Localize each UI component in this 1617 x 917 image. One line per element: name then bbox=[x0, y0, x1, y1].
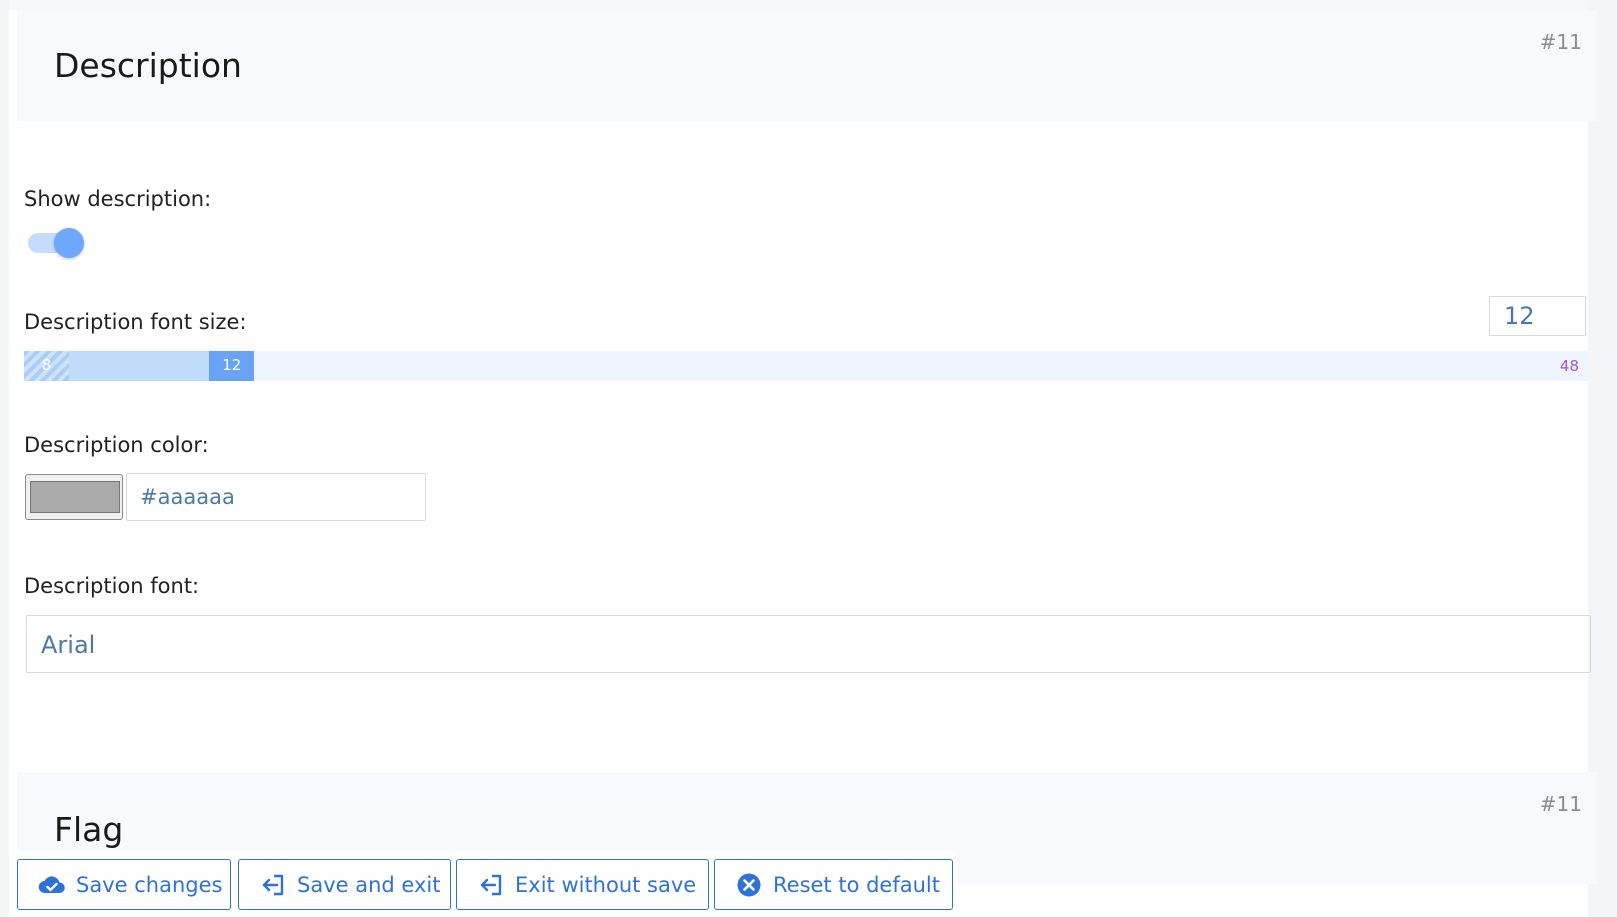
slider-thumb-label: 12 bbox=[222, 356, 242, 374]
exit-arrow-icon bbox=[259, 871, 287, 899]
show-description-toggle[interactable] bbox=[28, 228, 84, 258]
font-label: Description font: bbox=[24, 574, 200, 598]
section-header-description: Description #11 bbox=[17, 10, 1597, 121]
left-border bbox=[0, 0, 9, 917]
color-swatch bbox=[30, 481, 120, 513]
slider-max-label: 48 bbox=[1559, 357, 1579, 375]
section-number: #11 bbox=[1539, 792, 1582, 816]
color-label: Description color: bbox=[24, 433, 209, 457]
exit-arrow-icon bbox=[477, 871, 505, 899]
save-and-exit-label: Save and exit bbox=[297, 872, 441, 897]
color-hex-input[interactable]: #aaaaaa bbox=[126, 473, 426, 521]
slider-min-label: 8 bbox=[41, 356, 52, 374]
font-size-input[interactable]: 12 bbox=[1489, 296, 1586, 336]
save-changes-button[interactable]: Save changes bbox=[17, 859, 231, 910]
x-circle-icon bbox=[735, 871, 763, 899]
show-description-label: Show description: bbox=[24, 187, 212, 211]
cloud-check-icon bbox=[38, 871, 66, 899]
save-changes-label: Save changes bbox=[76, 872, 223, 897]
font-select[interactable]: Arial bbox=[26, 615, 1591, 673]
slider-thumb[interactable]: 12 bbox=[209, 351, 255, 381]
exit-without-save-button[interactable]: Exit without save bbox=[456, 859, 709, 910]
slider-min-zone: 8 bbox=[24, 351, 69, 381]
font-size-label: Description font size: bbox=[24, 310, 247, 334]
toggle-knob bbox=[54, 228, 84, 258]
slider-fill bbox=[69, 351, 210, 381]
save-and-exit-button[interactable]: Save and exit bbox=[238, 859, 451, 910]
reset-to-default-label: Reset to default bbox=[773, 872, 940, 897]
section-title: Description bbox=[54, 46, 242, 85]
section-title: Flag bbox=[54, 810, 124, 849]
top-border bbox=[9, 0, 1588, 10]
font-size-slider[interactable]: 8 12 48 bbox=[24, 351, 1588, 381]
color-picker-button[interactable] bbox=[25, 474, 123, 520]
exit-without-save-label: Exit without save bbox=[515, 872, 697, 897]
section-number: #11 bbox=[1539, 30, 1582, 54]
reset-to-default-button[interactable]: Reset to default bbox=[714, 859, 953, 910]
